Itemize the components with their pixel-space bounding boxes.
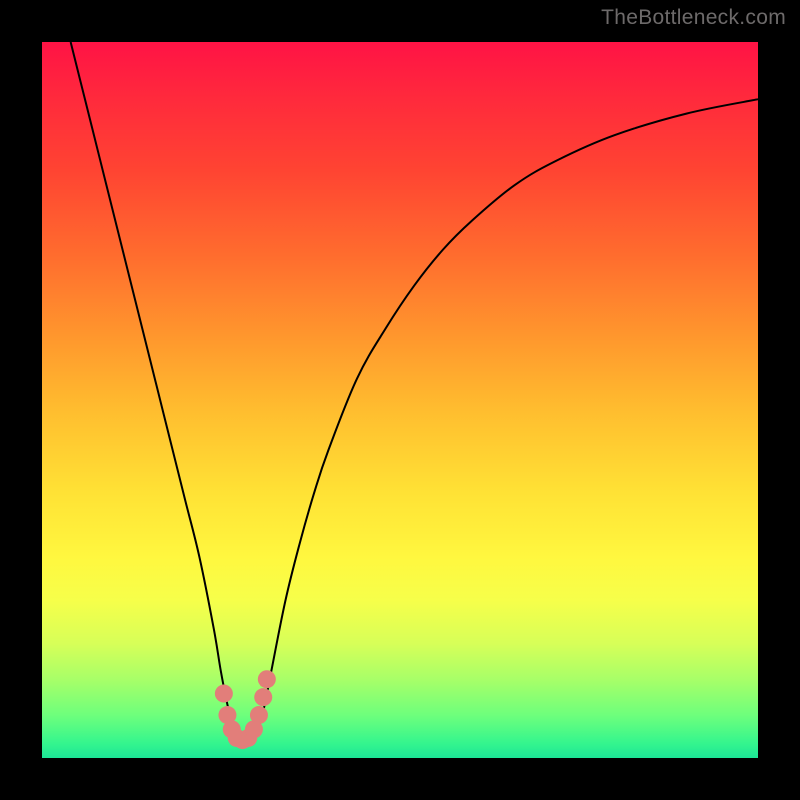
chart-frame: TheBottleneck.com: [0, 0, 800, 800]
highlight-dot: [254, 688, 272, 706]
bottleneck-curve-path: [71, 42, 758, 745]
plot-area: [42, 42, 758, 758]
highlight-dot: [250, 706, 268, 724]
highlight-dots: [215, 670, 276, 749]
highlight-dot: [258, 670, 276, 688]
watermark-text: TheBottleneck.com: [601, 6, 786, 30]
bottleneck-curve: [71, 42, 758, 745]
curve-layer: [42, 42, 758, 758]
highlight-dot: [215, 685, 233, 703]
